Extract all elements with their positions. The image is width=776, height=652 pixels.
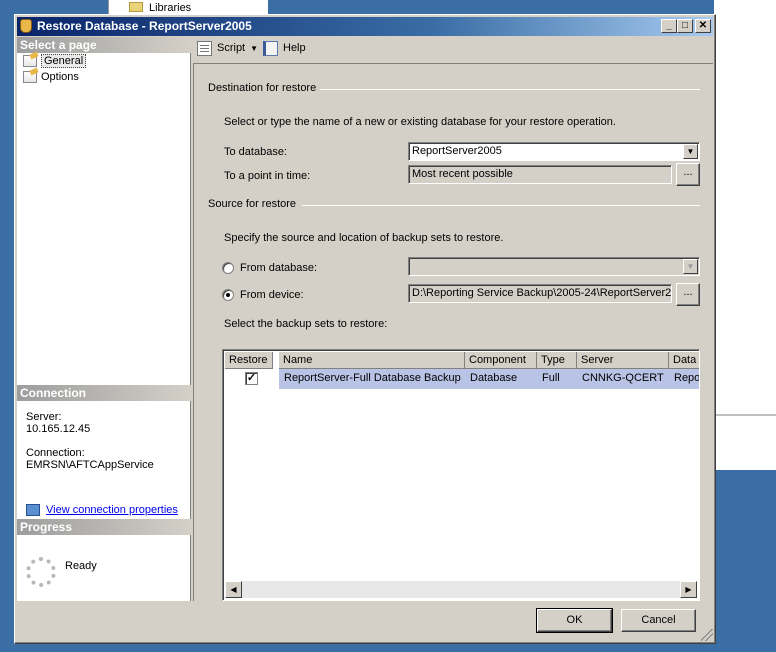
restore-checkbox[interactable]: ✓ xyxy=(245,372,258,385)
cell-server[interactable]: CNNKG-QCERT xyxy=(577,369,669,389)
horizontal-scrollbar[interactable]: ◀ ▶ xyxy=(225,581,697,598)
script-icon xyxy=(197,41,212,56)
maximize-button[interactable]: □ xyxy=(677,19,693,33)
from-device-field: D:\Reporting Service Backup\2005-24\Repo… xyxy=(408,284,672,303)
cell-type[interactable]: Full xyxy=(537,369,577,389)
server-label: Server: xyxy=(26,411,62,423)
close-button[interactable]: ✕ xyxy=(695,19,711,33)
page-icon xyxy=(23,55,37,67)
from-database-combobox: ▼ xyxy=(408,257,700,276)
connection-label: Connection: xyxy=(26,447,85,459)
to-database-label: To database: xyxy=(224,146,287,158)
from-device-label[interactable]: From device: xyxy=(240,289,304,301)
resize-grip-icon[interactable] xyxy=(701,629,713,641)
view-connection-link[interactable]: View connection properties xyxy=(46,504,178,516)
view-connection-properties[interactable]: View connection properties xyxy=(26,504,178,517)
to-database-value: ReportServer2005 xyxy=(412,145,502,157)
chevron-down-icon[interactable]: ▼ xyxy=(250,40,258,57)
chevron-down-icon: ▼ xyxy=(683,259,698,274)
minimize-button[interactable]: _ xyxy=(661,19,677,33)
from-database-label[interactable]: From database: xyxy=(240,262,317,274)
connection-value: EMRSN\AFTCAppService xyxy=(26,459,154,471)
ok-button[interactable]: OK xyxy=(536,608,613,633)
server-value: 10.165.12.45 xyxy=(26,423,91,435)
destination-description: Select or type the name of a new or exis… xyxy=(224,116,616,128)
libraries-label[interactable]: Libraries xyxy=(149,2,191,14)
connection-header: Connection xyxy=(17,385,191,401)
progress-spinner-icon xyxy=(26,557,56,587)
from-device-browse-button[interactable]: ... xyxy=(676,283,700,306)
divider xyxy=(320,89,700,90)
source-group-label: Source for restore xyxy=(208,198,297,210)
database-icon xyxy=(20,19,32,33)
page-item-general[interactable]: General xyxy=(20,54,87,69)
cell-name[interactable]: ReportServer-Full Database Backup xyxy=(279,369,465,389)
select-page-header: Select a page xyxy=(17,37,191,53)
background-window-right xyxy=(714,0,776,470)
scroll-right-icon[interactable]: ▶ xyxy=(680,581,697,598)
progress-header: Progress xyxy=(17,519,191,535)
left-panel: Select a page General Options Connection… xyxy=(17,37,191,601)
progress-status: Ready xyxy=(65,560,97,572)
dialog-title: Restore Database - ReportServer2005 xyxy=(37,19,252,33)
help-button[interactable]: Help xyxy=(263,40,306,57)
from-device-radio[interactable] xyxy=(222,289,234,301)
folder-icon xyxy=(129,2,143,12)
column-header-server[interactable]: Server xyxy=(577,352,669,369)
backup-sets-grid[interactable]: Restore Name Component Type Server Data … xyxy=(222,349,700,601)
chevron-down-icon[interactable]: ▼ xyxy=(683,144,698,159)
help-icon xyxy=(263,41,278,56)
divider xyxy=(302,205,700,206)
script-label: Script xyxy=(217,42,246,54)
point-in-time-browse-button[interactable]: ... xyxy=(676,163,700,186)
column-header-component[interactable]: Component xyxy=(465,352,537,369)
from-database-radio[interactable] xyxy=(222,262,234,274)
column-header-name[interactable]: Name xyxy=(279,352,465,369)
to-point-in-time-field: Most recent possible xyxy=(408,165,672,184)
general-page-content: Destination for restore Select or type t… xyxy=(193,63,713,601)
to-point-in-time-label: To a point in time: xyxy=(224,170,311,182)
help-label: Help xyxy=(283,42,306,54)
divider xyxy=(714,414,776,416)
scroll-left-icon[interactable]: ◀ xyxy=(225,581,242,598)
page-item-label: General xyxy=(41,54,87,68)
source-description: Specify the source and location of backu… xyxy=(224,232,504,244)
page-item-label: Options xyxy=(41,71,79,83)
cancel-button[interactable]: Cancel xyxy=(621,609,696,632)
cell-component[interactable]: Database xyxy=(465,369,537,389)
column-header-type[interactable]: Type xyxy=(537,352,577,369)
restore-database-dialog: Restore Database - ReportServer2005 _ □ … xyxy=(14,14,716,644)
toolbar: Script ▼ Help xyxy=(193,37,711,59)
script-button[interactable]: Script ▼ xyxy=(197,40,258,57)
column-header-data[interactable]: Data xyxy=(669,352,699,369)
page-icon xyxy=(23,71,37,83)
title-bar[interactable]: Restore Database - ReportServer2005 _ □ … xyxy=(17,17,713,36)
destination-group-label: Destination for restore xyxy=(208,82,317,94)
cell-data[interactable]: Repo xyxy=(669,369,699,389)
page-item-options[interactable]: Options xyxy=(20,70,79,85)
backup-sets-label: Select the backup sets to restore: xyxy=(224,318,388,330)
column-header-restore[interactable]: Restore xyxy=(225,352,273,369)
connection-properties-icon xyxy=(26,504,40,517)
to-database-combobox[interactable]: ReportServer2005 ▼ xyxy=(408,142,700,161)
